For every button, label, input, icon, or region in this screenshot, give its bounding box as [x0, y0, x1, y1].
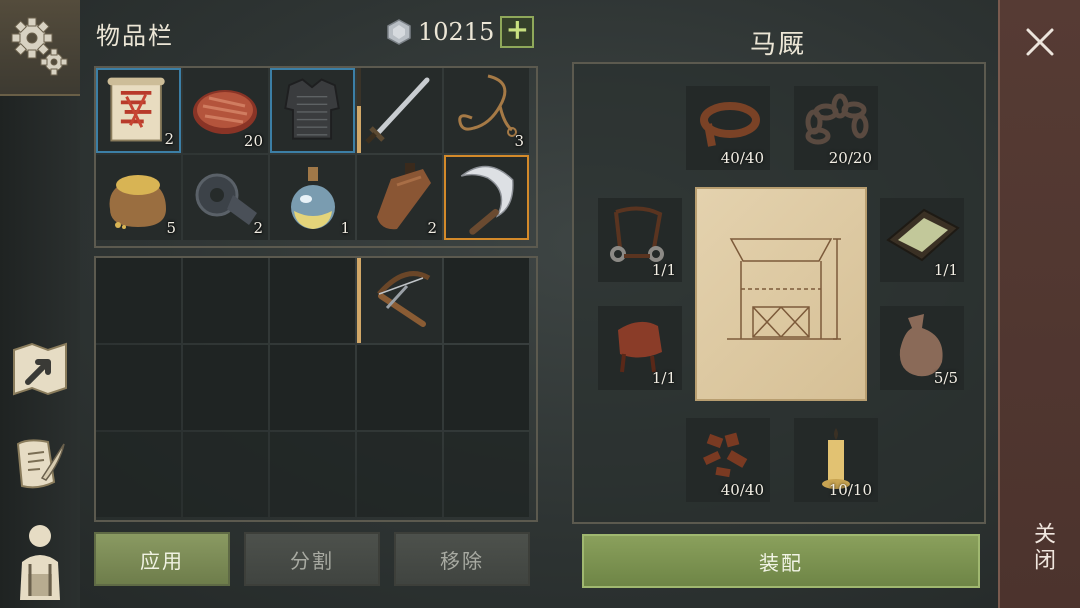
storage-slot[interactable] — [357, 345, 442, 430]
settings-tab[interactable] — [0, 0, 80, 96]
inventory-slot[interactable]: 20 — [183, 68, 268, 153]
inventory-slot[interactable]: 2 — [357, 155, 442, 240]
stable-slot-trough[interactable]: 1/1 — [880, 198, 964, 282]
item-count: 1 — [340, 219, 350, 237]
item-count: 2 — [253, 219, 263, 237]
apply-button[interactable]: 应用 — [94, 532, 230, 586]
close-panel[interactable]: 关闭 — [998, 0, 1080, 608]
inventory-slot[interactable] — [270, 68, 355, 153]
stable-slot-candle[interactable]: 10/10 — [794, 418, 878, 502]
item-count: 2 — [427, 219, 437, 237]
item-count: 5 — [166, 219, 176, 237]
slot-count: 1/1 — [651, 261, 676, 279]
inventory-slot[interactable] — [444, 155, 529, 240]
split-button[interactable]: 分割 — [244, 532, 380, 586]
inventory-slot[interactable]: 5 — [96, 155, 181, 240]
inventory-slot[interactable]: 3 — [444, 68, 529, 153]
journal-button[interactable] — [8, 432, 72, 496]
sword-icon — [365, 77, 430, 144]
inventory-slot[interactable]: 2 — [183, 155, 268, 240]
inventory-slot[interactable] — [357, 68, 442, 153]
inventory-slot[interactable]: 1 — [270, 155, 355, 240]
sickle-icon — [460, 165, 514, 235]
stable-title: 马厩 — [750, 30, 807, 60]
build-map-button[interactable] — [8, 336, 72, 400]
map-arrow-icon — [13, 342, 67, 396]
character-button[interactable] — [8, 518, 72, 602]
bag-grid: 2 20 3 5 2 1 2 — [96, 68, 529, 240]
slot-count: 40/40 — [720, 149, 764, 167]
close-x-icon[interactable] — [1024, 26, 1056, 58]
storage-slot[interactable] — [270, 432, 355, 517]
storage-slot[interactable] — [357, 432, 442, 517]
character-backpack-icon — [20, 525, 60, 600]
stable-slot-feed-bag[interactable]: 5/5 — [880, 306, 964, 390]
storage-slot[interactable] — [444, 345, 529, 430]
storage-slot[interactable] — [270, 345, 355, 430]
storage-slot[interactable] — [96, 432, 181, 517]
slot-count: 40/40 — [720, 481, 764, 499]
slot-count: 1/1 — [651, 369, 676, 387]
durability-bar — [357, 68, 361, 153]
slot-count: 1/1 — [933, 261, 958, 279]
slot-count: 10/10 — [828, 481, 872, 499]
inventory-slot[interactable]: 2 — [96, 68, 181, 153]
stable-slot-iron-chain[interactable]: 20/20 — [794, 86, 878, 170]
stable-slot-leather-straps[interactable]: 40/40 — [686, 86, 770, 170]
storage-grid — [96, 258, 529, 517]
stable-slot-saddle[interactable]: 1/1 — [598, 306, 682, 390]
item-count: 20 — [243, 132, 263, 150]
close-label[interactable]: 关闭 — [1026, 522, 1058, 574]
storage-slot[interactable] — [96, 345, 181, 430]
scroll-quill-icon — [16, 439, 65, 489]
storage-slot[interactable] — [96, 258, 181, 343]
item-count: 2 — [164, 130, 174, 148]
equip-button[interactable]: 装配 — [582, 534, 980, 588]
currency-display: 10215 + — [386, 16, 535, 48]
slot-count: 5/5 — [933, 369, 958, 387]
stable-panel — [572, 62, 986, 524]
currency-amount: 10215 — [418, 18, 495, 46]
remove-button[interactable]: 移除 — [394, 532, 530, 586]
storage-slot[interactable] — [444, 432, 529, 517]
crossbow-icon — [377, 271, 431, 327]
item-count: 3 — [514, 132, 524, 150]
storage-slot[interactable] — [183, 258, 268, 343]
stable-slot-bridle[interactable]: 1/1 — [598, 198, 682, 282]
gear-icon — [11, 17, 68, 76]
slot-count: 20/20 — [828, 149, 872, 167]
stable-blueprint — [695, 187, 867, 401]
stable-blueprint-drawing — [727, 238, 841, 340]
storage-slot[interactable] — [270, 258, 355, 343]
durability-bar — [357, 258, 361, 343]
storage-slot[interactable] — [444, 258, 529, 343]
storage-slot[interactable] — [357, 258, 442, 343]
inventory-title: 物品栏 — [96, 22, 174, 50]
storage-slot[interactable] — [183, 345, 268, 430]
add-currency-button[interactable]: + — [500, 16, 535, 48]
stable-slot-leather-scraps[interactable]: 40/40 — [686, 418, 770, 502]
storage-slot[interactable] — [183, 432, 268, 517]
chainmail-armor-icon — [284, 78, 340, 140]
silver-coin-icon — [387, 19, 411, 45]
